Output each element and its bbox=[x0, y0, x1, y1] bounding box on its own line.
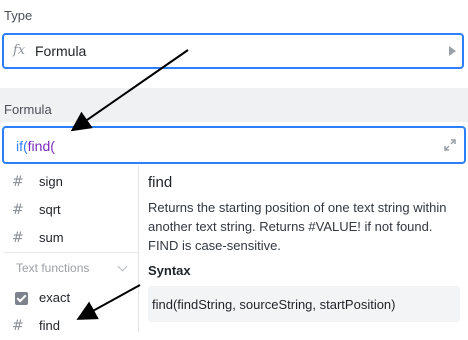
formula-input[interactable]: if(find( bbox=[2, 126, 466, 164]
function-list: # sign # sqrt # sum Text functions exact… bbox=[4, 166, 139, 334]
type-label: Type bbox=[4, 8, 33, 23]
function-name: sqrt bbox=[39, 202, 61, 217]
function-description: Returns the starting position of one tex… bbox=[148, 200, 447, 253]
function-detail-panel: find Returns the starting position of on… bbox=[148, 166, 462, 332]
list-item-find[interactable]: # find bbox=[4, 312, 138, 340]
function-name: exact bbox=[39, 290, 71, 305]
hash-icon: # bbox=[12, 230, 24, 246]
list-item-sign[interactable]: # sign bbox=[4, 168, 138, 196]
formula-text-find: find( bbox=[27, 138, 55, 154]
chevron-down-icon[interactable] bbox=[117, 261, 128, 272]
checkbox-icon bbox=[15, 292, 28, 305]
function-title: find bbox=[148, 174, 173, 191]
hash-icon: # bbox=[12, 174, 24, 190]
syntax-label: Syntax bbox=[148, 263, 191, 278]
function-name: sum bbox=[39, 230, 64, 245]
caret-right-icon[interactable] bbox=[449, 46, 456, 56]
syntax-text: find(findString, sourceString, startPosi… bbox=[152, 297, 396, 312]
formula-label: Formula bbox=[4, 102, 52, 117]
function-name: find bbox=[39, 318, 60, 333]
list-item-exact[interactable]: exact bbox=[4, 284, 138, 312]
formula-input-text[interactable]: if(find( bbox=[16, 138, 55, 154]
type-select[interactable]: fx Formula bbox=[2, 33, 464, 69]
text-functions-header[interactable]: Text functions bbox=[4, 252, 138, 283]
syntax-box: find(findString, sourceString, startPosi… bbox=[148, 286, 460, 322]
section-header-label: Text functions bbox=[16, 261, 90, 275]
list-item-sqrt[interactable]: # sqrt bbox=[4, 196, 138, 224]
function-name: sign bbox=[39, 174, 63, 189]
formula-text-if: if( bbox=[16, 138, 28, 154]
list-item-sum[interactable]: # sum bbox=[4, 224, 138, 252]
formula-fx-icon: fx bbox=[13, 43, 26, 58]
hash-icon: # bbox=[12, 202, 24, 218]
type-value: Formula bbox=[35, 43, 87, 59]
expand-icon[interactable] bbox=[444, 139, 456, 151]
formula-label-band: Formula bbox=[0, 88, 468, 122]
